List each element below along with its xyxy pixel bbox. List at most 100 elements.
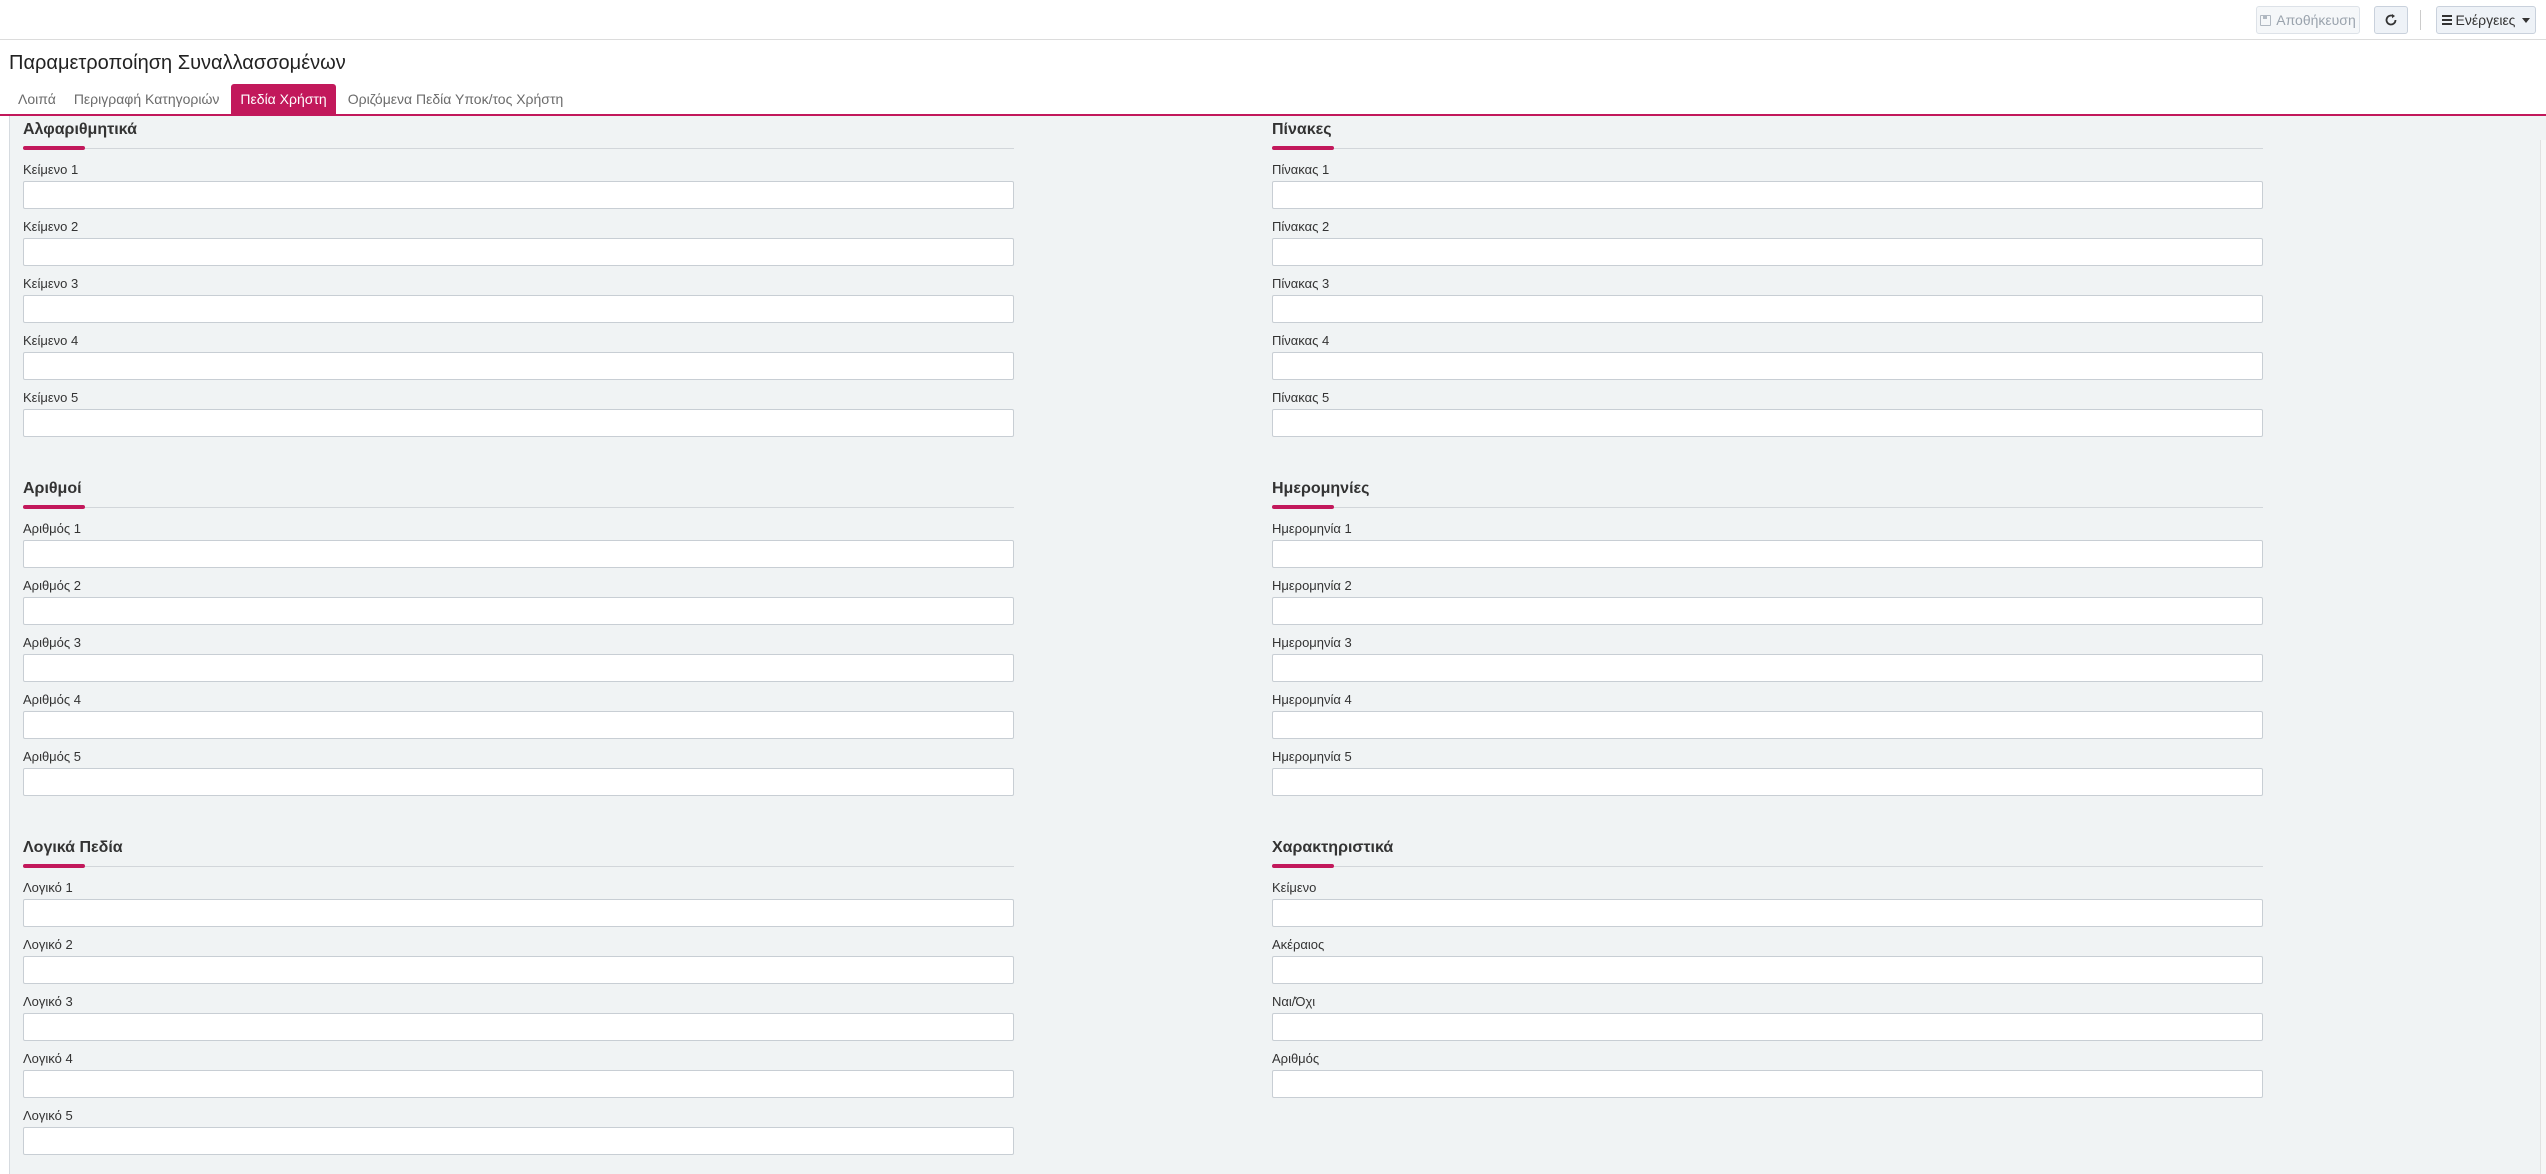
logical-2-input[interactable] [23, 956, 1014, 984]
field-label: Κείμενο 2 [23, 219, 79, 234]
table-2-input[interactable] [1272, 238, 2263, 266]
logical-1-input[interactable] [23, 899, 1014, 927]
date-4-input[interactable] [1272, 711, 2263, 739]
table-5-input[interactable] [1272, 409, 2263, 437]
field-label: Ημερομηνία 4 [1272, 692, 1352, 707]
logical-3-input[interactable] [23, 1013, 1014, 1041]
text-5-input[interactable] [23, 409, 1014, 437]
save-button[interactable]: Αποθήκευση [2256, 6, 2360, 34]
number-5-input[interactable] [23, 768, 1014, 796]
actions-menu-button[interactable]: Ενέργειες [2436, 6, 2536, 34]
section-title: Ημερομηνίες [1272, 480, 1370, 497]
number-2-input[interactable] [23, 597, 1014, 625]
field-logical-5: Λογικό 5 [23, 1096, 1014, 1155]
tab-user-defined-subaccount-fields[interactable]: Οριζόμενα Πεδία Υποκ/τος Χρήστη [339, 84, 573, 114]
field-char-integer: Ακέραιος [1272, 925, 2263, 984]
field-logical-3: Λογικό 3 [23, 982, 1014, 1041]
field-label: Λογικό 2 [23, 937, 73, 952]
number-1-input[interactable] [23, 540, 1014, 568]
field-logical-2: Λογικό 2 [23, 925, 1014, 984]
field-label: Ημερομηνία 5 [1272, 749, 1352, 764]
field-table-5: Πίνακας 5 [1272, 378, 2263, 437]
number-4-input[interactable] [23, 711, 1014, 739]
field-label: Αριθμός 1 [23, 521, 82, 536]
section-tables: Πίνακες Πίνακας 1 Πίνακας 2 Πίνακας 3 Πί… [1272, 120, 2263, 437]
number-3-input[interactable] [23, 654, 1014, 682]
field-text-2: Κείμενο 2 [23, 207, 1014, 266]
field-label: Κείμενο 3 [23, 276, 79, 291]
page-title: Παραμετροποίηση Συναλλασσομένων [9, 52, 346, 74]
date-3-input[interactable] [1272, 654, 2263, 682]
field-label: Αριθμός 4 [23, 692, 82, 707]
field-date-5: Ημερομηνία 5 [1272, 737, 2263, 796]
field-label: Κείμενο [1272, 880, 1317, 895]
section-characteristics: Χαρακτηριστικά Κείμενο Ακέραιος Ναι/Όχι … [1272, 838, 2263, 1098]
field-date-2: Ημερομηνία 2 [1272, 566, 2263, 625]
field-label: Πίνακας 1 [1272, 162, 1330, 177]
text-2-input[interactable] [23, 238, 1014, 266]
actions-button-label: Ενέργειες [2455, 12, 2516, 28]
tab-category-description[interactable]: Περιγραφή Κατηγοριών [65, 84, 229, 114]
menu-icon [2441, 13, 2452, 27]
tab-bar: Λοιπά Περιγραφή Κατηγοριών Πεδία Χρήστη … [9, 84, 572, 114]
field-label: Πίνακας 2 [1272, 219, 1330, 234]
section-numbers: Αριθμοί Αριθμός 1 Αριθμός 2 Αριθμός 3 Αρ… [23, 479, 1014, 796]
tab-user-fields[interactable]: Πεδία Χρήστη [231, 84, 336, 114]
tab-misc[interactable]: Λοιπά [9, 84, 65, 114]
field-label: Ημερομηνία 2 [1272, 578, 1352, 593]
logical-4-input[interactable] [23, 1070, 1014, 1098]
section-logical: Λογικά Πεδία Λογικό 1 Λογικό 2 Λογικό 3 … [23, 838, 1014, 1155]
field-label: Λογικό 4 [23, 1051, 73, 1066]
refresh-icon [2385, 14, 2397, 26]
top-toolbar: Αποθήκευση Ενέργειες [0, 0, 2546, 40]
field-number-1: Αριθμός 1 [23, 509, 1014, 568]
field-number-2: Αριθμός 2 [23, 566, 1014, 625]
user-fields-panel: Αλφαριθμητικά Κείμενο 1 Κείμενο 2 Κείμεν… [9, 116, 2546, 1174]
date-2-input[interactable] [1272, 597, 2263, 625]
section-title: Αριθμοί [23, 480, 82, 497]
field-date-4: Ημερομηνία 4 [1272, 680, 2263, 739]
section-title: Λογικά Πεδία [23, 839, 123, 856]
field-date-1: Ημερομηνία 1 [1272, 509, 2263, 568]
field-table-3: Πίνακας 3 [1272, 264, 2263, 323]
char-text-input[interactable] [1272, 899, 2263, 927]
field-label: Κείμενο 1 [23, 162, 79, 177]
field-label: Ναι/Όχι [1272, 994, 1316, 1009]
vertical-scrollbar[interactable] [2540, 140, 2546, 1174]
table-4-input[interactable] [1272, 352, 2263, 380]
section-title: Αλφαριθμητικά [23, 121, 137, 138]
floppy-disk-icon [2260, 14, 2272, 26]
table-3-input[interactable] [1272, 295, 2263, 323]
refresh-button[interactable] [2374, 6, 2408, 34]
text-4-input[interactable] [23, 352, 1014, 380]
field-number-3: Αριθμός 3 [23, 623, 1014, 682]
field-number-4: Αριθμός 4 [23, 680, 1014, 739]
section-title: Πίνακες [1272, 121, 1332, 138]
char-yes-no-input[interactable] [1272, 1013, 2263, 1041]
field-label: Αριθμός 2 [23, 578, 82, 593]
char-number-input[interactable] [1272, 1070, 2263, 1098]
field-label: Πίνακας 4 [1272, 333, 1330, 348]
date-1-input[interactable] [1272, 540, 2263, 568]
field-logical-4: Λογικό 4 [23, 1039, 1014, 1098]
field-text-4: Κείμενο 4 [23, 321, 1014, 380]
section-title: Χαρακτηριστικά [1272, 839, 1394, 856]
field-label: Αριθμός 3 [23, 635, 82, 650]
text-1-input[interactable] [23, 181, 1014, 209]
field-number-5: Αριθμός 5 [23, 737, 1014, 796]
field-char-yes-no: Ναι/Όχι [1272, 982, 2263, 1041]
table-1-input[interactable] [1272, 181, 2263, 209]
field-char-text: Κείμενο [1272, 868, 2263, 927]
char-integer-input[interactable] [1272, 956, 2263, 984]
field-label: Ημερομηνία 3 [1272, 635, 1352, 650]
field-label: Αριθμός [1272, 1051, 1320, 1066]
field-label: Ακέραιος [1272, 937, 1325, 952]
field-label: Αριθμός 5 [23, 749, 82, 764]
save-button-label: Αποθήκευση [2276, 12, 2356, 28]
date-5-input[interactable] [1272, 768, 2263, 796]
logical-5-input[interactable] [23, 1127, 1014, 1155]
field-label: Κείμενο 4 [23, 333, 79, 348]
text-3-input[interactable] [23, 295, 1014, 323]
toolbar-divider [2420, 10, 2421, 30]
field-date-3: Ημερομηνία 3 [1272, 623, 2263, 682]
